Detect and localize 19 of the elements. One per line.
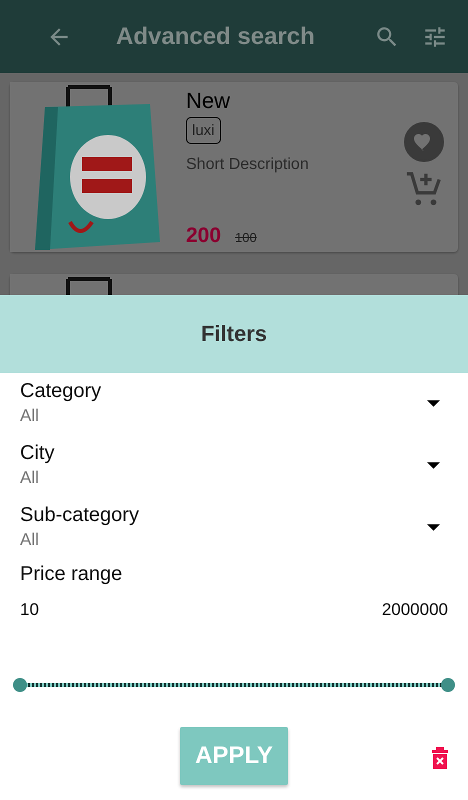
delete-icon[interactable]: [432, 747, 448, 769]
dropdown-arrow-icon: [427, 462, 440, 468]
dropdown-arrow-icon: [427, 524, 440, 530]
min-price: 10: [20, 600, 39, 620]
max-price: 2000000: [382, 600, 448, 620]
filters-title: Filters: [200, 321, 268, 347]
add-to-cart-icon[interactable]: [405, 170, 443, 208]
product-description: Short Description: [186, 156, 309, 174]
dropdown[interactable]: City All: [20, 439, 448, 491]
price-range-label: Price range: [20, 563, 124, 586]
price: 200: [186, 224, 222, 248]
screen-title: Advanced search: [116, 22, 316, 50]
dropdown[interactable]: Category All: [20, 377, 448, 429]
product-name: New: [186, 88, 230, 114]
old-price: 100: [235, 230, 257, 245]
dropdown[interactable]: Sub-category All: [20, 501, 448, 553]
dropdown-arrow-icon: [427, 400, 440, 406]
product-card[interactable]: New luxi Short Description 200 100: [10, 82, 458, 252]
brand-tag: luxi: [186, 117, 221, 144]
